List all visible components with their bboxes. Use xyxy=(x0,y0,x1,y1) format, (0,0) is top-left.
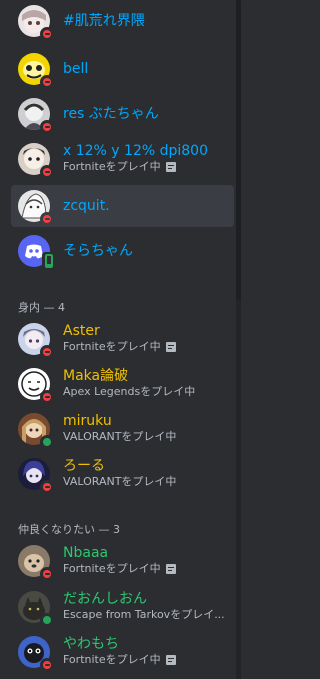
dnd-icon xyxy=(40,658,54,672)
member-name: x 12% y 12% dpi800 xyxy=(63,143,208,159)
member-name: Maka論破 xyxy=(63,368,129,384)
activity-status: VALORANTをプレイ中 xyxy=(63,430,177,443)
dnd-icon xyxy=(40,567,54,581)
rich-presence-icon xyxy=(165,655,176,665)
activity-status: Fortniteをプレイ中 xyxy=(63,562,176,576)
rich-presence-icon xyxy=(165,564,176,574)
member-row[interactable]: res ぶたちゃん xyxy=(11,93,234,135)
dnd-icon xyxy=(40,212,54,226)
member-row[interactable]: やわもち Fortniteをプレイ中 xyxy=(11,631,234,673)
member-group-header: 仲良くなりたい — 3 xyxy=(18,523,120,536)
dnd-icon xyxy=(40,390,54,404)
dnd-icon xyxy=(40,165,54,179)
dnd-icon xyxy=(40,27,54,41)
scrollbar-thumb[interactable] xyxy=(236,0,241,300)
activity-status: Fortniteをプレイ中 xyxy=(63,653,176,667)
dnd-icon xyxy=(40,120,54,134)
member-name: bell xyxy=(63,61,89,77)
member-row[interactable]: だおんしおん Escape from Tarkovをプレイ... xyxy=(11,586,234,628)
activity-status: Fortniteをプレイ中 xyxy=(63,160,176,174)
member-name: Aster xyxy=(63,323,100,339)
activity-status: Escape from Tarkovをプレイ... xyxy=(63,608,225,621)
member-name: そらちゃん xyxy=(63,243,133,259)
member-row[interactable]: Maka論破 Apex Legendsをプレイ中 xyxy=(11,363,234,405)
member-name: だおんしおん xyxy=(63,591,147,607)
member-row[interactable]: zcquit. xyxy=(11,185,234,227)
online-icon xyxy=(40,613,54,627)
member-name: ろーる xyxy=(63,458,105,474)
member-name: #肌荒れ界隈 xyxy=(63,13,145,29)
member-row[interactable]: Aster Fortniteをプレイ中 xyxy=(11,318,234,360)
dnd-icon xyxy=(40,345,54,359)
dnd-icon xyxy=(40,75,54,89)
member-row[interactable]: miruku VALORANTをプレイ中 xyxy=(11,408,234,450)
activity-status: VALORANTをプレイ中 xyxy=(63,475,177,488)
member-name: Nbaaa xyxy=(63,545,109,561)
mobile-online-icon xyxy=(42,252,56,270)
member-group-header: 身内 — 4 xyxy=(18,301,65,314)
member-row[interactable]: #肌荒れ界隈 xyxy=(11,0,234,42)
activity-status: Fortniteをプレイ中 xyxy=(63,340,176,354)
activity-status: Apex Legendsをプレイ中 xyxy=(63,385,196,398)
member-row[interactable]: ろーる VALORANTをプレイ中 xyxy=(11,453,234,495)
member-row[interactable]: bell xyxy=(11,48,234,90)
member-name: res ぶたちゃん xyxy=(63,106,159,122)
dnd-icon xyxy=(40,480,54,494)
member-row[interactable]: そらちゃん xyxy=(11,230,234,272)
member-name: zcquit. xyxy=(63,198,110,214)
rich-presence-icon xyxy=(165,162,176,172)
online-icon xyxy=(40,435,54,449)
member-row[interactable]: x 12% y 12% dpi800 Fortniteをプレイ中 xyxy=(11,138,234,180)
member-name: miruku xyxy=(63,413,112,429)
member-row[interactable]: Nbaaa Fortniteをプレイ中 xyxy=(11,540,234,582)
rich-presence-icon xyxy=(165,342,176,352)
member-name: やわもち xyxy=(63,636,119,652)
